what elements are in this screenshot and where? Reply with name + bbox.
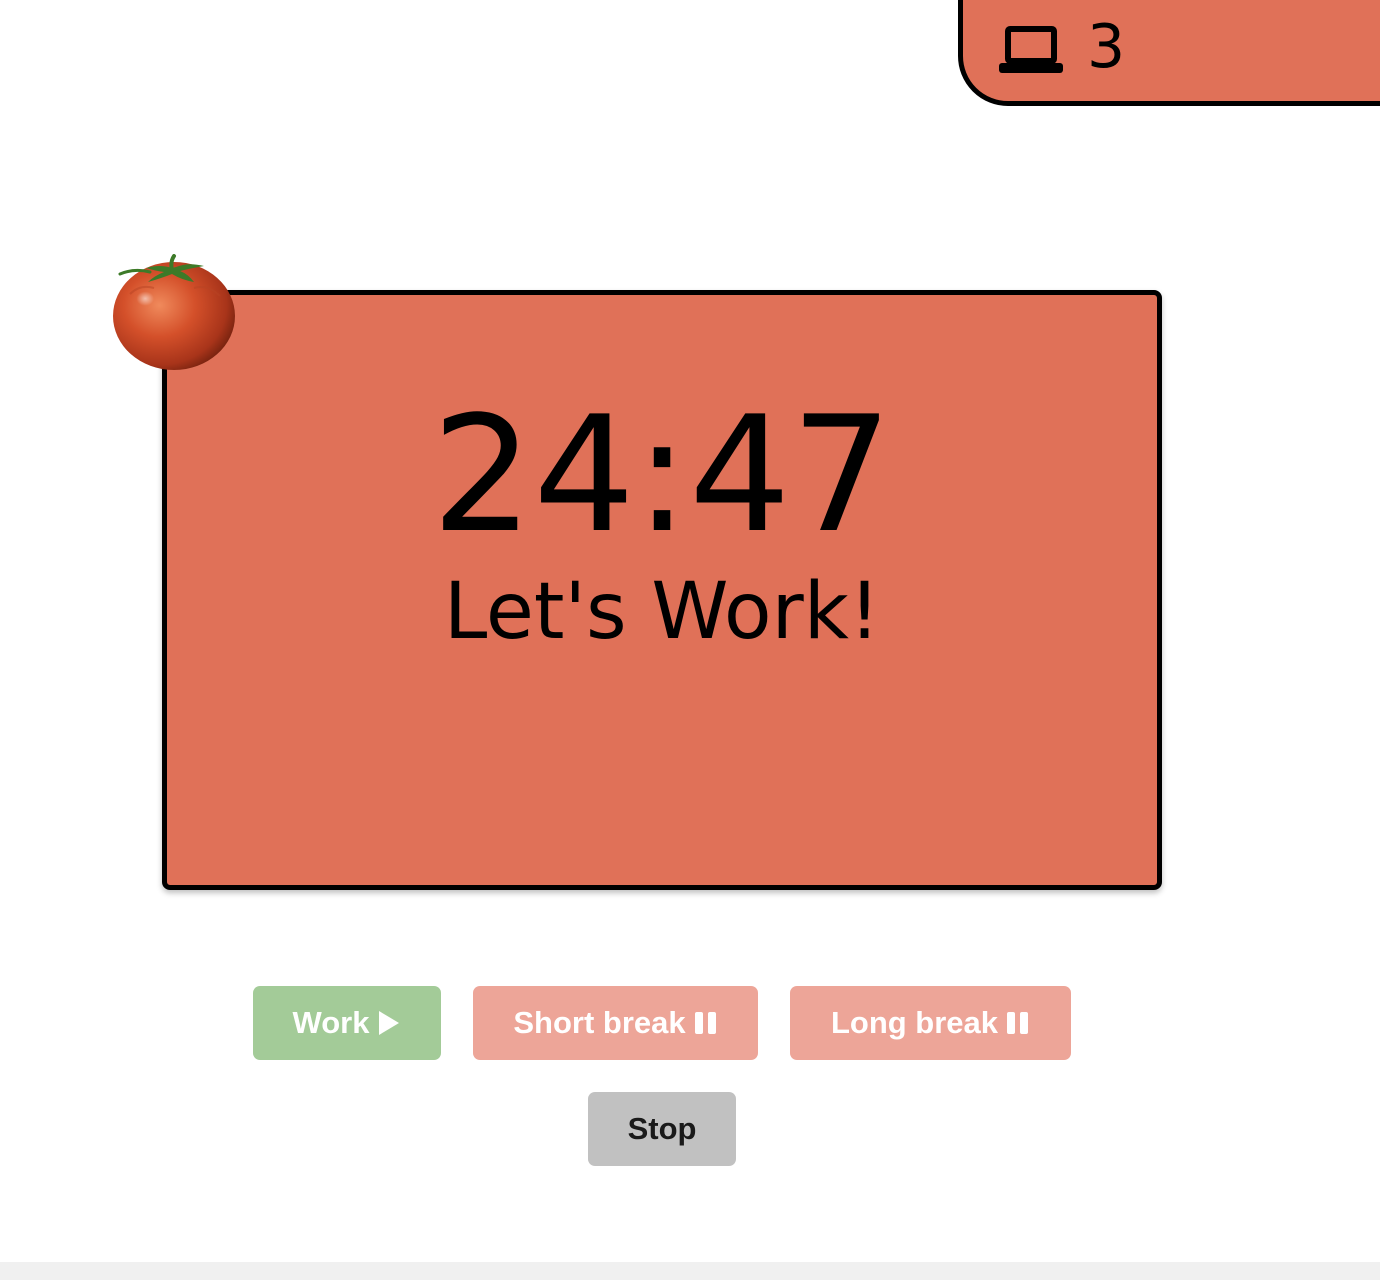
session-counter-tab: 3 [958, 0, 1380, 106]
timer-card: 24:47 Let's Work! [162, 290, 1162, 890]
stop-button-label: Stop [627, 1111, 697, 1146]
pause-icon [694, 1012, 716, 1034]
long-break-button[interactable]: Long break [790, 986, 1071, 1060]
tomato-icon [113, 254, 235, 370]
play-icon [379, 1011, 400, 1035]
work-button-label: Work [292, 1005, 370, 1040]
stop-button[interactable]: Stop [588, 1092, 736, 1166]
short-break-button-label: Short break [513, 1005, 686, 1040]
bottom-scroll-edge [0, 1262, 1380, 1280]
timer-status: Let's Work! [443, 567, 881, 657]
short-break-button[interactable]: Short break [473, 986, 758, 1060]
laptop-icon [999, 26, 1063, 73]
long-break-button-label: Long break [830, 1005, 999, 1040]
work-button[interactable]: Work [253, 986, 441, 1060]
session-count: 3 [1087, 12, 1126, 82]
pause-icon [1007, 1012, 1029, 1034]
timer-display: 24:47 [431, 381, 893, 568]
